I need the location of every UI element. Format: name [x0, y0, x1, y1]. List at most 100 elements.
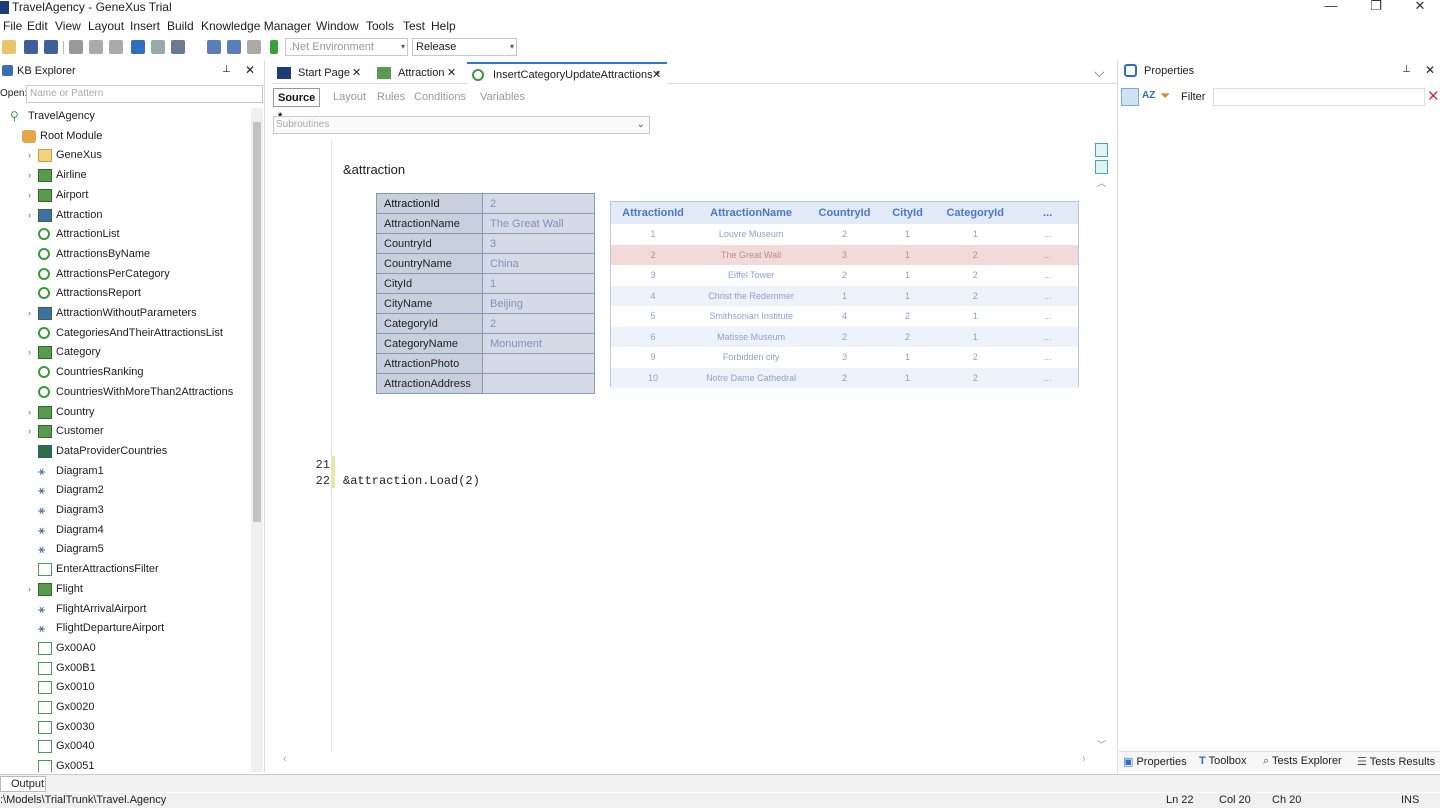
- tree-item-dataprovidercountries[interactable]: DataProviderCountries: [0, 442, 250, 460]
- tree-item-genexus[interactable]: › GeneXus: [0, 146, 250, 164]
- menu-file[interactable]: File: [3, 19, 22, 33]
- tree-item-flightarrivalairport[interactable]: ⚹ FlightArrivalAirport: [0, 600, 250, 618]
- close-tab-icon[interactable]: ✕: [652, 64, 661, 86]
- expand-chevron-icon[interactable]: ›: [28, 166, 31, 184]
- tab-toolbox[interactable]: T Toolbox: [1199, 755, 1247, 767]
- expand-chevron-icon[interactable]: ›: [28, 403, 31, 421]
- tree-item-gx00b1[interactable]: Gx00B1: [0, 659, 250, 677]
- tab-conditions[interactable]: Conditions: [414, 88, 466, 107]
- delete-icon[interactable]: [247, 40, 261, 54]
- tree-item-travelagency[interactable]: ⚲ TravelAgency: [0, 107, 250, 125]
- tree-item-diagram1[interactable]: ⚹ Diagram1: [0, 462, 250, 480]
- pin-icon[interactable]: ⊥: [1402, 64, 1411, 75]
- chevron-down-icon[interactable]: ⌵: [1094, 64, 1105, 81]
- run-icon[interactable]: [270, 40, 278, 54]
- close-tab-icon[interactable]: ✕: [352, 62, 361, 84]
- close-button[interactable]: ✕: [1407, 0, 1433, 15]
- tree-item-customer[interactable]: › Customer: [0, 422, 250, 440]
- tree-item-attraction[interactable]: › Attraction: [0, 206, 250, 224]
- expand-chevron-icon[interactable]: ›: [28, 580, 31, 598]
- expand-icon[interactable]: [1095, 143, 1108, 157]
- tab-layout[interactable]: Layout: [333, 88, 366, 107]
- collapse-icon[interactable]: [1095, 160, 1108, 174]
- menu-layout[interactable]: Layout: [88, 19, 124, 33]
- tree-item-attractionwithoutparameters[interactable]: › AttractionWithoutParameters: [0, 304, 250, 322]
- scroll-left-icon[interactable]: ‹: [283, 753, 287, 765]
- menu-test[interactable]: Test: [403, 19, 425, 33]
- new-icon[interactable]: [2, 40, 16, 54]
- tree-item-attractionlist[interactable]: AttractionList: [0, 225, 250, 243]
- scroll-up-icon[interactable]: ︿: [1097, 176, 1106, 189]
- clear-filter-icon[interactable]: ✕: [1427, 87, 1440, 105]
- menu-help[interactable]: Help: [431, 19, 456, 33]
- tab-tests-explorer[interactable]: ⌕ Tests Explorer: [1263, 755, 1342, 768]
- tree-item-flight[interactable]: › Flight: [0, 580, 250, 598]
- layout-icon[interactable]: [207, 40, 221, 54]
- close-tab-icon[interactable]: ✕: [447, 62, 456, 84]
- tree-item-flightdepartureairport[interactable]: ⚹ FlightDepartureAirport: [0, 619, 250, 637]
- tree-item-category[interactable]: › Category: [0, 343, 250, 361]
- code-line[interactable]: &attraction.Load(2): [343, 474, 480, 488]
- tree-item-gx0020[interactable]: Gx0020: [0, 698, 250, 716]
- tab-variables[interactable]: Variables: [480, 88, 525, 107]
- expand-chevron-icon[interactable]: ›: [28, 343, 31, 361]
- tree-item-gx0051[interactable]: Gx0051: [0, 757, 250, 772]
- save-icon[interactable]: [24, 40, 38, 54]
- scroll-right-icon[interactable]: ›: [1082, 753, 1086, 765]
- copy-icon[interactable]: [89, 40, 103, 54]
- filter-icon[interactable]: ⏷: [1160, 88, 1170, 104]
- tree-item-gx0030[interactable]: Gx0030: [0, 718, 250, 736]
- properties-close-icon[interactable]: ✕: [1425, 63, 1435, 77]
- tree-item-countrieswithmorethan2attractions[interactable]: CountriesWithMoreThan2Attractions: [0, 383, 250, 401]
- tab-source[interactable]: Source *: [273, 88, 321, 123]
- configuration-select[interactable]: Release ▾: [412, 38, 517, 56]
- tree-item-root module[interactable]: Root Module: [0, 127, 250, 145]
- menu-knowledge-manager[interactable]: Knowledge Manager: [201, 19, 311, 33]
- tree-item-gx0010[interactable]: Gx0010: [0, 678, 250, 696]
- menu-view[interactable]: View: [55, 19, 81, 33]
- expand-chevron-icon[interactable]: ›: [28, 304, 31, 322]
- cut-icon[interactable]: [69, 40, 83, 54]
- kb-tree-scroll-thumb[interactable]: [253, 122, 261, 522]
- tree-item-diagram4[interactable]: ⚹ Diagram4: [0, 521, 250, 539]
- refresh-icon[interactable]: [171, 40, 185, 54]
- menu-edit[interactable]: Edit: [27, 19, 48, 33]
- undo-icon[interactable]: [131, 40, 145, 54]
- minimize-button[interactable]: —: [1318, 0, 1344, 15]
- tree-item-diagram2[interactable]: ⚹ Diagram2: [0, 481, 250, 499]
- scroll-down-icon[interactable]: ﹀: [1097, 738, 1106, 751]
- subroutines-select[interactable]: Subroutines ⌄: [273, 116, 650, 134]
- tree-item-attractionsreport[interactable]: AttractionsReport: [0, 284, 250, 302]
- tab-properties[interactable]: ▣ Properties: [1123, 755, 1187, 768]
- kb-tree-scrollbar[interactable]: [251, 108, 263, 772]
- expand-chevron-icon[interactable]: ›: [28, 146, 31, 164]
- output-tab[interactable]: Output: [0, 776, 46, 792]
- tree-item-attractionsbyname[interactable]: AttractionsByName: [0, 245, 250, 263]
- tab-insert-category-update-attractions[interactable]: InsertCategoryUpdateAttractions * ✕: [467, 62, 667, 84]
- redo-icon[interactable]: [151, 40, 165, 54]
- tree-item-gx0040[interactable]: Gx0040: [0, 737, 250, 755]
- sort-az-icon[interactable]: AZ: [1142, 90, 1155, 101]
- pin-icon[interactable]: ⊥: [222, 64, 231, 75]
- open-pattern-input[interactable]: Name or Pattern: [26, 85, 263, 103]
- tab-rules[interactable]: Rules: [377, 88, 405, 107]
- tab-attraction[interactable]: Attraction ✕: [372, 62, 464, 84]
- tree-item-countriesranking[interactable]: CountriesRanking: [0, 363, 250, 381]
- tree-item-airport[interactable]: › Airport: [0, 186, 250, 204]
- tree-item-enterattractionsfilter[interactable]: EnterAttractionsFilter: [0, 560, 250, 578]
- expand-chevron-icon[interactable]: ›: [28, 186, 31, 204]
- categorized-icon[interactable]: [1121, 88, 1139, 106]
- menu-tools[interactable]: Tools: [366, 19, 394, 33]
- editor-scrollbar[interactable]: ︿ ﹀: [1095, 140, 1109, 753]
- table-icon[interactable]: [227, 40, 241, 54]
- paste-icon[interactable]: [109, 40, 123, 54]
- tree-item-gx00a0[interactable]: Gx00A0: [0, 639, 250, 657]
- tree-item-country[interactable]: › Country: [0, 403, 250, 421]
- kb-close-icon[interactable]: ✕: [245, 63, 255, 77]
- environment-select[interactable]: .Net Environment ▾: [285, 38, 408, 56]
- tree-item-attractionspercategory[interactable]: AttractionsPerCategory: [0, 265, 250, 283]
- tree-item-diagram5[interactable]: ⚹ Diagram5: [0, 540, 250, 558]
- tree-item-airline[interactable]: › Airline: [0, 166, 250, 184]
- tree-item-diagram3[interactable]: ⚹ Diagram3: [0, 501, 250, 519]
- restore-button[interactable]: ❐: [1363, 0, 1389, 15]
